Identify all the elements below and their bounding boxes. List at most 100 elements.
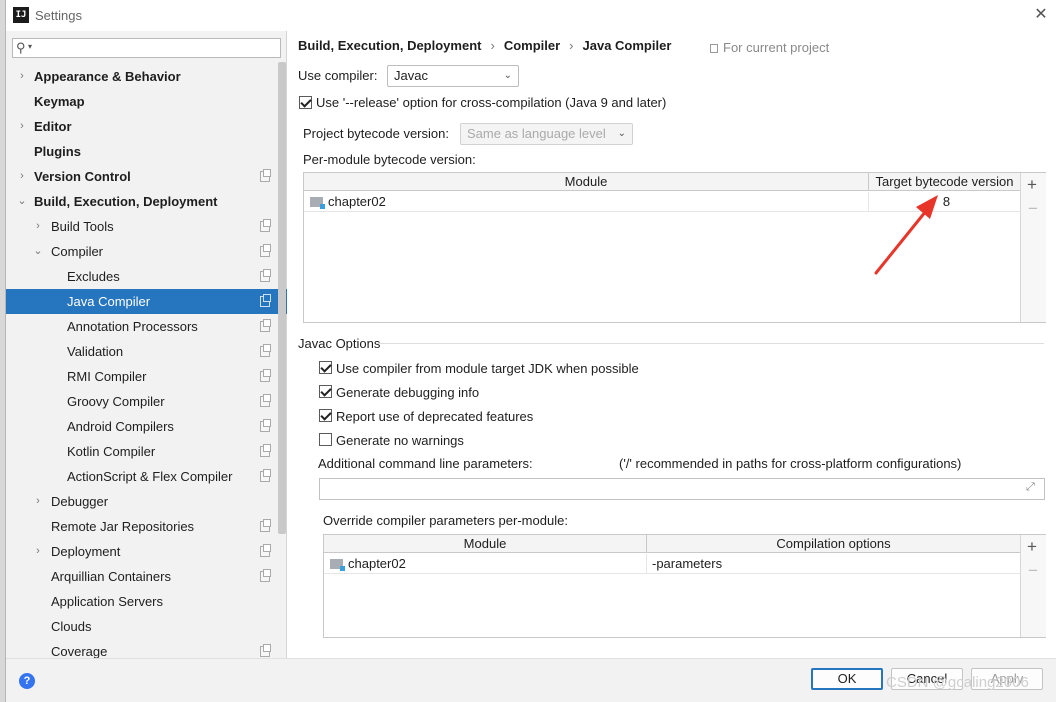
option-checkbox[interactable] [319, 409, 332, 422]
sidebar-item[interactable]: Java Compiler [6, 289, 287, 314]
project-scope-icon [260, 644, 271, 657]
chevron-down-icon: ▾ [28, 42, 33, 51]
add-icon[interactable]: + [1027, 175, 1037, 195]
additional-params-input[interactable]: ⤢ [319, 478, 1045, 500]
sidebar-item[interactable]: › Version Control [6, 164, 287, 189]
sidebar-item[interactable]: ⌄ Compiler [6, 239, 287, 264]
search-icon: ⚲ [16, 40, 26, 55]
option-checkbox[interactable] [319, 385, 332, 398]
sidebar-item[interactable]: Plugins [6, 139, 287, 164]
release-label: Use '--release' option for cross-compila… [316, 95, 667, 110]
breadcrumb-separator: › [569, 38, 574, 53]
scope-label: For current project [710, 40, 829, 55]
option-label: Generate no warnings [336, 433, 464, 448]
chevron-right-icon[interactable]: › [16, 64, 28, 89]
ok-button[interactable]: OK [811, 668, 883, 690]
sidebar-item[interactable]: Remote Jar Repositories [6, 514, 287, 539]
module-folder-icon [330, 559, 345, 571]
column-header-options[interactable]: Compilation options [646, 535, 1020, 553]
option-label: Use compiler from module target JDK when… [336, 361, 639, 376]
override-label: Override compiler parameters per-module: [323, 513, 568, 528]
sidebar-item-label: Compiler [51, 244, 104, 259]
bytecode-label: Project bytecode version: [303, 126, 449, 141]
sidebar-item[interactable]: Keymap [6, 89, 287, 114]
sidebar-item[interactable]: Groovy Compiler [6, 389, 287, 414]
bytecode-value: Same as language level [467, 126, 606, 141]
option-checkbox[interactable] [319, 433, 332, 446]
project-scope-icon [260, 369, 271, 382]
sidebar-item[interactable]: Kotlin Compiler [6, 439, 287, 464]
module-cell: chapter02 [310, 192, 386, 212]
sidebar-item-label: Editor [34, 119, 72, 134]
sidebar-item[interactable]: › Debugger [6, 489, 287, 514]
bytecode-select[interactable]: Same as language level ⌄ [460, 123, 633, 145]
additional-params-label: Additional command line parameters: [318, 456, 533, 471]
option-label: Generate debugging info [336, 385, 480, 400]
column-header-module[interactable]: Module [324, 535, 646, 553]
chevron-right-icon[interactable]: › [32, 539, 44, 564]
project-scope-icon [260, 319, 271, 332]
sidebar-item[interactable]: Annotation Processors [6, 314, 287, 339]
sidebar-item[interactable]: ActionScript & Flex Compiler [6, 464, 287, 489]
window-title: Settings [35, 8, 82, 23]
app-icon: IJ [13, 7, 29, 23]
scope-text: For current project [723, 40, 830, 55]
table-row[interactable]: chapter02 -parameters [324, 554, 1020, 574]
sidebar-item[interactable]: Excludes [6, 264, 287, 289]
chevron-right-icon[interactable]: › [32, 214, 44, 239]
sidebar-item[interactable]: › Appearance & Behavior [6, 64, 287, 89]
chevron-down-icon[interactable]: ⌄ [32, 239, 44, 264]
sidebar-item[interactable]: › Deployment [6, 539, 287, 564]
sidebar-item-label: Build, Execution, Deployment [34, 194, 218, 209]
project-scope-icon [260, 544, 271, 557]
sidebar-item[interactable]: Clouds [6, 614, 287, 639]
project-scope-icon [260, 444, 271, 457]
expand-icon[interactable]: ⤢ [1026, 481, 1035, 494]
sidebar-item-label: Excludes [67, 269, 120, 284]
option-label: Report use of deprecated features [336, 409, 534, 424]
sidebar-item-label: Application Servers [51, 594, 163, 609]
section-divider [376, 343, 1044, 344]
close-icon[interactable]: ✕ [1031, 4, 1051, 26]
column-header-module[interactable]: Module [304, 173, 868, 191]
project-scope-icon [260, 419, 271, 432]
search-input[interactable]: ⚲ ▾ [12, 38, 281, 58]
project-scope-icon [260, 344, 271, 357]
sidebar-item-label: Annotation Processors [67, 319, 198, 334]
sidebar-item-label: Appearance & Behavior [34, 69, 181, 84]
sidebar-item-label: ActionScript & Flex Compiler [67, 469, 233, 484]
chevron-down-icon[interactable]: ⌄ [16, 189, 28, 214]
sidebar-item[interactable]: › Build Tools [6, 214, 287, 239]
sidebar-item[interactable]: Android Compilers [6, 414, 287, 439]
help-icon[interactable]: ? [19, 673, 35, 689]
release-checkbox[interactable] [299, 96, 312, 109]
chevron-right-icon[interactable]: › [16, 164, 28, 189]
project-scope-icon [260, 169, 271, 182]
sidebar-item[interactable]: RMI Compiler [6, 364, 287, 389]
sidebar-item-label: Plugins [34, 144, 81, 159]
sidebar-item[interactable]: › Editor [6, 114, 287, 139]
remove-icon[interactable]: − [1028, 561, 1038, 581]
per-module-label: Per-module bytecode version: [303, 152, 476, 167]
chevron-down-icon: ⌄ [617, 128, 626, 139]
sidebar-item-label: Deployment [51, 544, 121, 559]
sidebar-item[interactable]: ⌄ Build, Execution, Deployment [6, 189, 287, 214]
sidebar-scrollbar[interactable] [278, 62, 286, 534]
remove-icon[interactable]: − [1028, 199, 1038, 219]
additional-params-hint: ('/' recommended in paths for cross-plat… [619, 456, 962, 471]
javac-section-title: Javac Options [298, 336, 381, 351]
option-checkbox[interactable] [319, 361, 332, 374]
add-icon[interactable]: + [1027, 537, 1037, 557]
sidebar-item-label: Clouds [51, 619, 92, 634]
chevron-down-icon: ⌄ [503, 70, 512, 81]
table-toolbar: + − [1020, 535, 1046, 637]
sidebar-item-label: Android Compilers [67, 419, 174, 434]
chevron-right-icon[interactable]: › [16, 114, 28, 139]
breadcrumb-item: Build, Execution, Deployment [298, 38, 482, 53]
sidebar-item[interactable]: Application Servers [6, 589, 287, 614]
options-cell[interactable]: -parameters [646, 554, 1020, 574]
compiler-select[interactable]: Javac ⌄ [387, 65, 519, 87]
chevron-right-icon[interactable]: › [32, 489, 44, 514]
sidebar-item[interactable]: Validation [6, 339, 287, 364]
sidebar-item[interactable]: Arquillian Containers [6, 564, 287, 589]
